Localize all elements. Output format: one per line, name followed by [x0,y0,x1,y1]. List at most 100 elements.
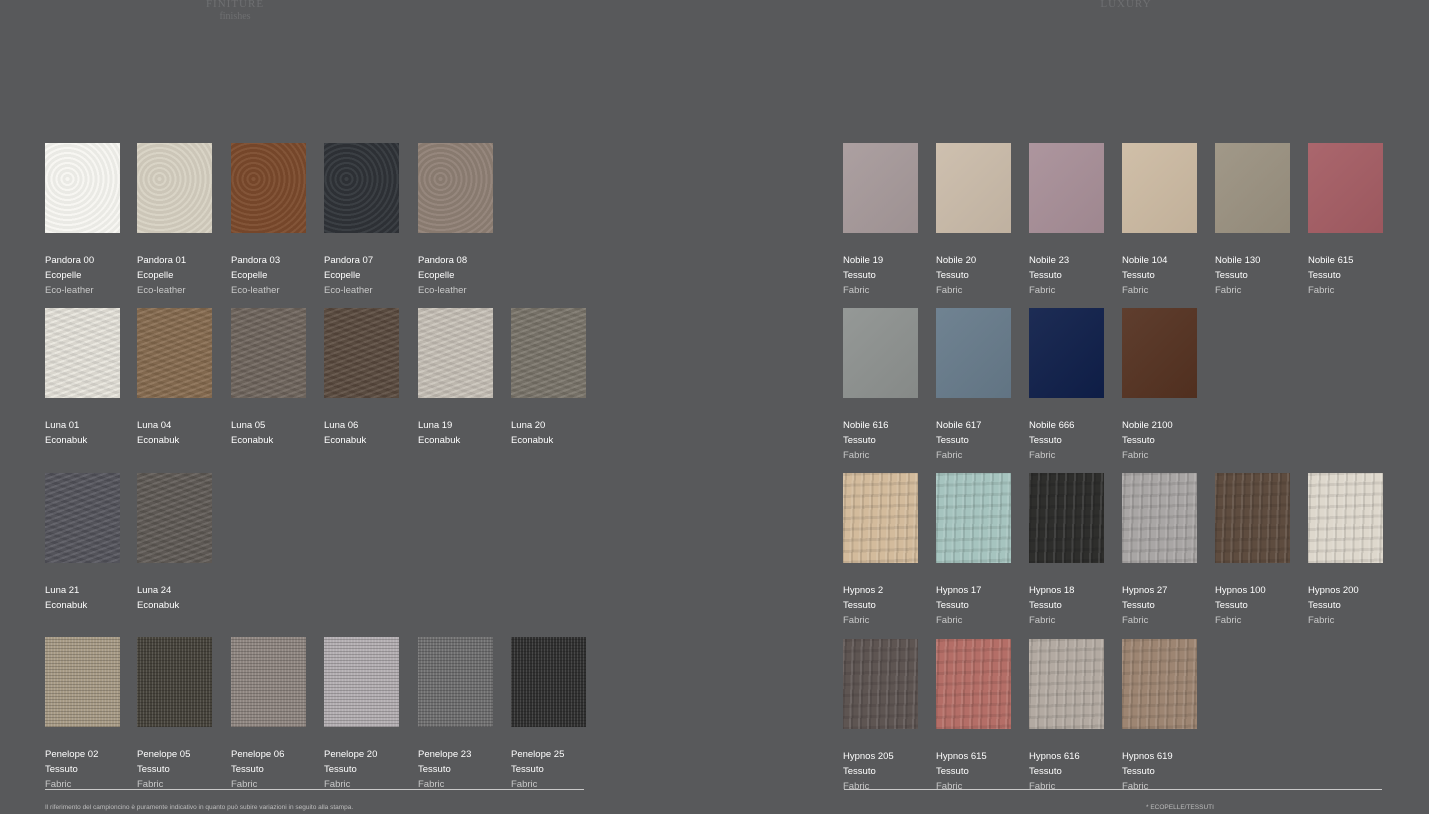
swatch-name: Luna 20 [511,420,546,431]
swatch-label: Pandora 01 Ecopelle Eco-leather [137,253,227,298]
swatch-label: Luna 05 Econabuk [231,418,321,448]
swatch-material: Tessuto [843,766,876,777]
swatch-label: Nobile 617 Tessuto Fabric [936,418,1026,463]
swatch-name: Hypnos 27 [1122,585,1168,596]
swatch-material-english: Fabric [843,285,870,296]
swatch-label: Hypnos 2 Tessuto Fabric [843,583,933,628]
swatch-name: Penelope 06 [231,749,285,760]
swatch-material: Tessuto [936,270,969,281]
swatch-material-english: Fabric [1122,285,1149,296]
swatch-hypnos-619 [1122,639,1197,729]
swatch-label: Luna 21 Econabuk [45,583,135,613]
swatch-label: Pandora 08 Ecopelle Eco-leather [418,253,508,298]
swatch-name: Nobile 666 [1029,420,1075,431]
swatch-material-english: Fabric [1308,615,1335,626]
section-title: FINITURE [205,0,265,10]
swatch-luna-19 [418,308,493,398]
swatch-material: Ecopelle [231,270,268,281]
swatch-name: Hypnos 616 [1029,751,1080,762]
swatch-label: Penelope 02 Tessuto Fabric [45,747,135,792]
swatch-penelope-25 [511,637,586,727]
swatch-name: Pandora 00 [45,255,95,266]
swatch-material: Tessuto [1308,270,1341,281]
disclaimer-text: Il riferimento del campioncino è puramen… [45,804,354,811]
swatch-nobile-130 [1215,143,1290,233]
swatch-material: Tessuto [1029,270,1062,281]
swatch-luna-20 [511,308,586,398]
swatch-material-english: Fabric [1029,615,1056,626]
swatch-label: Pandora 00 Ecopelle Eco-leather [45,253,135,298]
swatch-label: Penelope 23 Tessuto Fabric [418,747,508,792]
swatch-nobile-104 [1122,143,1197,233]
swatch-name: Nobile 104 [1122,255,1168,266]
swatch-label: Nobile 616 Tessuto Fabric [843,418,933,463]
material-note: * ECOPELLE/TESSUTI [1146,804,1214,811]
swatch-hypnos-205 [843,639,918,729]
swatch-luna-06 [324,308,399,398]
swatch-label: Nobile 19 Tessuto Fabric [843,253,933,298]
swatch-luna-24 [137,473,212,563]
swatch-nobile-19 [843,143,918,233]
right-divider [844,789,1382,790]
swatch-hypnos-18 [1029,473,1104,563]
swatch-label: Luna 20 Econabuk [511,418,601,448]
swatch-material: Econabuk [231,435,274,446]
swatch-label: Hypnos 100 Tessuto Fabric [1215,583,1305,628]
swatch-material: Econabuk [45,435,88,446]
swatch-material-english: Fabric [936,450,963,461]
swatch-label: Penelope 20 Tessuto Fabric [324,747,414,792]
swatch-label: Luna 04 Econabuk [137,418,227,448]
swatch-material: Tessuto [45,764,78,775]
swatch-material: Econabuk [511,435,554,446]
swatch-material-english: Fabric [1029,450,1056,461]
swatch-name: Nobile 617 [936,420,982,431]
swatch-material-english: Fabric [1122,450,1149,461]
swatch-hypnos-17 [936,473,1011,563]
swatch-name: Penelope 20 [324,749,378,760]
swatch-material-english: Fabric [1308,285,1335,296]
swatch-material: Tessuto [936,600,969,611]
swatch-name: Hypnos 205 [843,751,894,762]
swatch-label: Hypnos 616 Tessuto Fabric [1029,749,1119,794]
swatch-material: Econabuk [137,435,180,446]
swatch-material: Tessuto [1122,600,1155,611]
swatch-material: Tessuto [1029,435,1062,446]
swatch-label: Nobile 130 Tessuto Fabric [1215,253,1305,298]
swatch-name: Penelope 05 [137,749,191,760]
swatch-name: Luna 04 [137,420,172,431]
swatch-name: Pandora 01 [137,255,187,266]
swatch-material: Tessuto [418,764,451,775]
swatch-penelope-20 [324,637,399,727]
swatch-label: Nobile 615 Tessuto Fabric [1308,253,1398,298]
swatch-material: Tessuto [1308,600,1341,611]
swatch-label: Luna 06 Econabuk [324,418,414,448]
swatch-material: Tessuto [1029,766,1062,777]
swatch-material-english: Eco-leather [137,285,186,296]
swatch-material-english: Fabric [936,285,963,296]
swatch-material: Tessuto [1122,270,1155,281]
swatch-hypnos-100 [1215,473,1290,563]
swatch-name: Nobile 615 [1308,255,1354,266]
swatch-luna-01 [45,308,120,398]
swatch-name: Hypnos 200 [1308,585,1359,596]
swatch-label: Luna 01 Econabuk [45,418,135,448]
swatch-material: Econabuk [324,435,367,446]
swatch-name: Luna 05 [231,420,266,431]
swatch-label: Hypnos 205 Tessuto Fabric [843,749,933,794]
page-header-right: LUXURY [1076,0,1176,11]
swatch-material: Tessuto [231,764,264,775]
swatch-luna-04 [137,308,212,398]
swatch-hypnos-27 [1122,473,1197,563]
swatch-label: Penelope 05 Tessuto Fabric [137,747,227,792]
swatch-material-english: Fabric [1122,781,1149,792]
swatch-nobile-615 [1308,143,1383,233]
swatch-pandora-00 [45,143,120,233]
swatch-material: Econabuk [418,435,461,446]
swatch-label: Hypnos 619 Tessuto Fabric [1122,749,1212,794]
swatch-material-english: Eco-leather [45,285,94,296]
swatch-material: Ecopelle [45,270,82,281]
swatch-name: Nobile 20 [936,255,977,266]
swatch-name: Penelope 25 [511,749,565,760]
swatch-material-english: Fabric [843,450,870,461]
swatch-name: Hypnos 2 [843,585,884,596]
